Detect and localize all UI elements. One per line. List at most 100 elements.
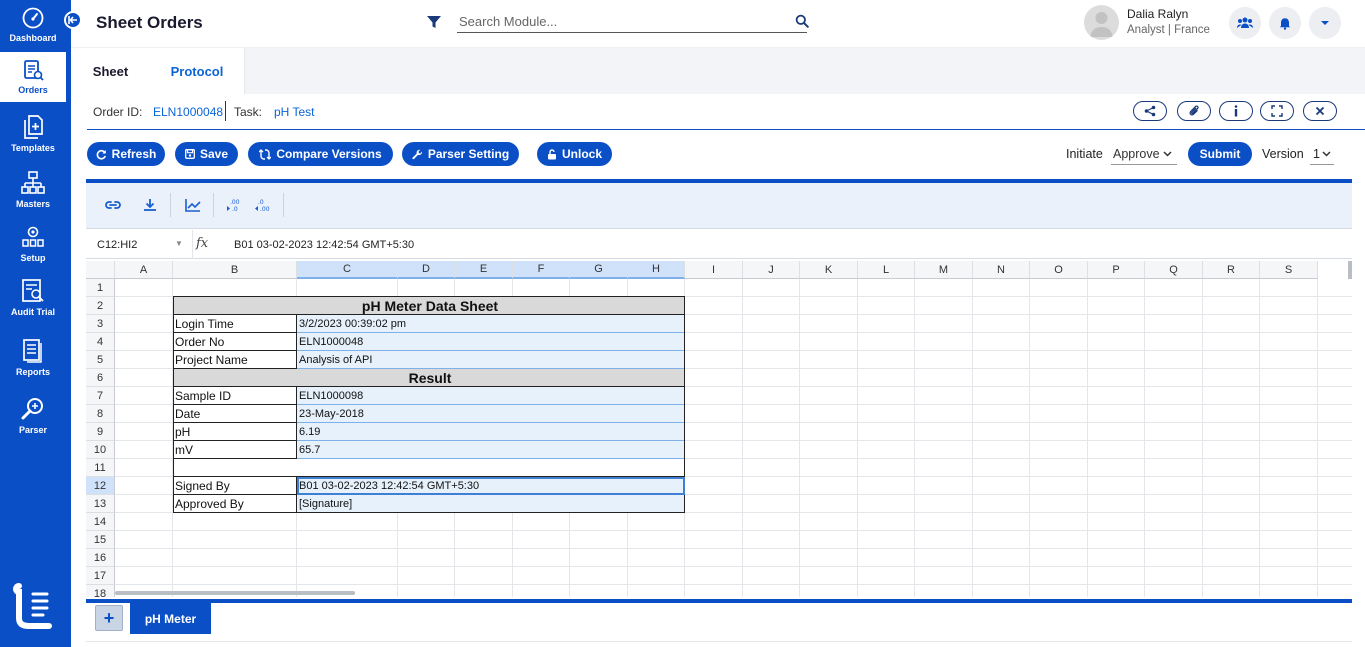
sidebar-collapse-button[interactable]	[64, 11, 82, 29]
column-header[interactable]: B	[173, 261, 297, 279]
empty-row-cell[interactable]	[173, 459, 685, 477]
sidebar-item-orders[interactable]: Orders	[0, 52, 66, 102]
column-header[interactable]: S	[1260, 261, 1318, 279]
sidebar-item-masters[interactable]: Masters	[0, 170, 66, 212]
column-header[interactable]: G	[570, 261, 628, 279]
row-header[interactable]: 14	[86, 513, 115, 531]
user-menu-button[interactable]	[1309, 7, 1341, 39]
field-value-cell[interactable]: B01 03-02-2023 12:42:54 GMT+5:30	[297, 477, 685, 495]
column-header[interactable]: E	[455, 261, 513, 279]
row-header[interactable]: 18	[86, 585, 115, 597]
search-icon[interactable]	[795, 14, 809, 28]
avatar[interactable]	[1084, 5, 1119, 40]
row-header[interactable]: 16	[86, 549, 115, 567]
column-header[interactable]: I	[685, 261, 743, 279]
add-sheet-button[interactable]: +	[95, 605, 123, 631]
share-button[interactable]	[1133, 101, 1167, 121]
row-header[interactable]: 4	[86, 333, 115, 351]
save-button[interactable]: Save	[175, 142, 238, 166]
vertical-scrollbar[interactable]	[1348, 261, 1352, 279]
name-box[interactable]: C12:HI2	[97, 239, 137, 251]
row-header[interactable]: 5	[86, 351, 115, 369]
submit-button[interactable]: Submit	[1188, 142, 1252, 166]
fullscreen-button[interactable]	[1260, 101, 1294, 121]
field-label-cell[interactable]: Project Name	[173, 351, 297, 369]
compare-versions-button[interactable]: Compare Versions	[248, 142, 393, 166]
column-header[interactable]: R	[1203, 261, 1260, 279]
column-header[interactable]: H	[628, 261, 685, 279]
column-header[interactable]: Q	[1145, 261, 1203, 279]
sheet-title-cell[interactable]: pH Meter Data Sheet	[173, 297, 685, 315]
version-select[interactable]: 1	[1310, 143, 1334, 165]
task-value[interactable]: pH Test	[274, 105, 314, 119]
sheet-grid[interactable]: A B C D E F G H I J K L M N O P Q R S 1 2 3 4 5 6 7 8 9 10 11 12 13 14 15…	[86, 261, 1352, 597]
column-header[interactable]: L	[858, 261, 915, 279]
column-header[interactable]: P	[1088, 261, 1145, 279]
row-header[interactable]: 2	[86, 297, 115, 315]
download-icon[interactable]	[142, 197, 158, 213]
field-value-cell[interactable]: 3/2/2023 00:39:02 pm	[297, 315, 685, 333]
field-value-cell[interactable]: [Signature]	[297, 495, 685, 513]
result-heading-cell[interactable]: Result	[173, 369, 685, 387]
increase-decimal-icon[interactable]: .00.0	[226, 197, 242, 213]
row-header[interactable]: 9	[86, 423, 115, 441]
select-all-corner[interactable]	[86, 261, 115, 279]
row-header[interactable]: 17	[86, 567, 115, 585]
field-label-cell[interactable]: pH	[173, 423, 297, 441]
notifications-button[interactable]	[1269, 7, 1301, 39]
field-label-cell[interactable]: Order No	[173, 333, 297, 351]
link-icon[interactable]	[104, 197, 122, 213]
name-box-dropdown-icon[interactable]: ▼	[175, 239, 183, 248]
field-label-cell[interactable]: Approved By	[173, 495, 297, 513]
sheet-tab-ph-meter[interactable]: pH Meter	[130, 603, 211, 634]
row-header[interactable]: 13	[86, 495, 115, 513]
sidebar-item-reports[interactable]: Reports	[0, 338, 66, 380]
column-header[interactable]: K	[800, 261, 858, 279]
field-label-cell[interactable]: Date	[173, 405, 297, 423]
field-label-cell[interactable]: Login Time	[173, 315, 297, 333]
field-value-cell[interactable]: ELN1000098	[297, 387, 685, 405]
column-header[interactable]: A	[115, 261, 173, 279]
field-value-cell[interactable]: 23-May-2018	[297, 405, 685, 423]
approve-select[interactable]: Approve	[1111, 143, 1177, 165]
team-button[interactable]	[1229, 7, 1261, 39]
column-header[interactable]: C	[297, 261, 398, 279]
refresh-button[interactable]: Refresh	[87, 142, 165, 166]
sidebar-item-dashboard[interactable]: Dashboard	[0, 6, 66, 48]
row-header[interactable]: 12	[86, 477, 115, 495]
column-header[interactable]: D	[398, 261, 455, 279]
row-header[interactable]: 15	[86, 531, 115, 549]
order-id-value[interactable]: ELN1000048	[153, 105, 223, 119]
sidebar-item-setup[interactable]: Setup	[0, 224, 66, 266]
column-header[interactable]: F	[513, 261, 570, 279]
sidebar-item-templates[interactable]: Templates	[0, 114, 66, 158]
row-header[interactable]: 3	[86, 315, 115, 333]
horizontal-scrollbar[interactable]	[115, 591, 355, 595]
row-header[interactable]: 7	[86, 387, 115, 405]
row-header[interactable]: 8	[86, 405, 115, 423]
column-header[interactable]: J	[743, 261, 800, 279]
info-button[interactable]	[1219, 101, 1253, 121]
close-button[interactable]	[1303, 101, 1337, 121]
field-label-cell[interactable]: Sample ID	[173, 387, 297, 405]
filter-icon[interactable]	[426, 14, 442, 30]
sidebar-item-parser[interactable]: Parser	[0, 396, 66, 438]
formula-input[interactable]: B01 03-02-2023 12:42:54 GMT+5:30	[234, 239, 414, 251]
row-header[interactable]: 1	[86, 279, 115, 297]
field-value-cell[interactable]: Analysis of API	[297, 351, 685, 369]
column-header[interactable]: O	[1030, 261, 1088, 279]
parser-setting-button[interactable]: Parser Setting	[402, 142, 519, 166]
row-header[interactable]: 11	[86, 459, 115, 477]
attach-button[interactable]	[1177, 101, 1211, 121]
unlock-button[interactable]: Unlock	[537, 142, 612, 166]
column-header[interactable]: N	[973, 261, 1030, 279]
decrease-decimal-icon[interactable]: .0.00	[254, 197, 270, 213]
chart-icon[interactable]	[184, 197, 202, 213]
field-value-cell[interactable]: 65.7	[297, 441, 685, 459]
tab-sheet[interactable]: Sheet	[71, 48, 150, 94]
row-header[interactable]: 10	[86, 441, 115, 459]
search-input[interactable]	[457, 10, 787, 32]
field-value-cell[interactable]: 6.19	[297, 423, 685, 441]
tab-protocol[interactable]: Protocol	[150, 48, 245, 94]
row-header[interactable]: 6	[86, 369, 115, 387]
